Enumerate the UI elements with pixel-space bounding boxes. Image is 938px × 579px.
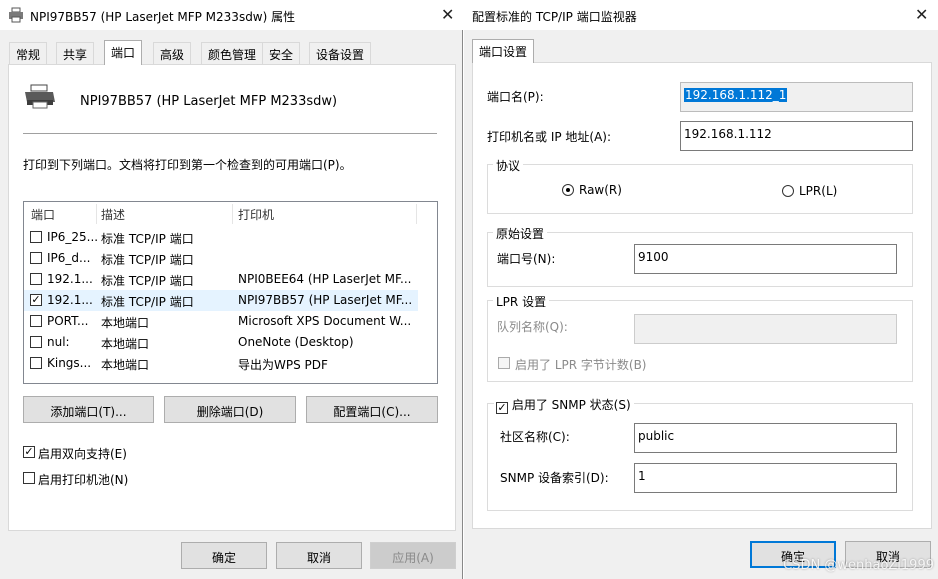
snmp-index-field[interactable]: 1 — [634, 463, 897, 493]
delete-port-button[interactable]: 删除端口(D) — [164, 396, 296, 423]
snmp-checkbox-label[interactable]: 启用了 SNMP 状态(S) — [512, 398, 631, 412]
watermark: CSDN @wenhaoZi1999 — [783, 558, 934, 573]
printer-cell: NPI97BB57 (HP LaserJet MF... — [238, 293, 413, 307]
port-list[interactable]: 端口 描述 打印机 IP6_25... 标准 TCP/IP 端口 IP6_d..… — [23, 201, 438, 384]
apply-button[interactable]: 应用(A) — [370, 542, 456, 569]
lpr-byte-count-checkbox[interactable] — [498, 357, 510, 369]
protocol-group — [487, 164, 913, 214]
row-checkbox-checked[interactable]: ✓ — [30, 294, 42, 306]
port-cell: Kings... — [47, 356, 92, 370]
description-cell: 标准 TCP/IP 端口 — [101, 295, 194, 309]
tab-advanced[interactable]: 高级 — [153, 42, 192, 64]
raw-radio[interactable] — [562, 184, 574, 196]
printer-cell: OneNote (Desktop) — [238, 335, 354, 349]
lpr-byte-count-label[interactable]: 启用了 LPR 字节计数(B) — [515, 356, 647, 373]
row-checkbox[interactable] — [30, 231, 42, 243]
snmp-checkbox[interactable]: ✓ — [496, 402, 508, 414]
column-separator[interactable] — [96, 204, 97, 224]
queue-name-label: 队列名称(Q): — [497, 320, 568, 334]
bidi-support-checkbox[interactable]: ✓ — [23, 446, 35, 458]
column-header-description[interactable]: 描述 — [101, 206, 125, 223]
description-cell: 本地端口 — [101, 316, 150, 330]
tab-general[interactable]: 常规 — [9, 42, 48, 64]
port-instruction: 打印到下列端口。文档将打印到第一个检查到的可用端口(P)。 — [23, 158, 352, 172]
description-cell: 标准 TCP/IP 端口 — [101, 274, 194, 288]
host-label: 打印机名或 IP 地址(A): — [487, 130, 612, 144]
column-header-port[interactable]: 端口 — [31, 206, 55, 223]
title-bar-right: 配置标准的 TCP/IP 端口监视器 ✕ — [464, 0, 938, 30]
row-checkbox[interactable] — [30, 315, 42, 327]
tab-color-management[interactable]: 颜色管理 — [201, 42, 264, 64]
port-cell: nul: — [47, 335, 70, 349]
tab-port-settings[interactable]: 端口设置 — [472, 39, 535, 63]
raw-settings-title: 原始设置 — [493, 225, 548, 242]
tab-ports[interactable]: 端口 — [104, 40, 143, 65]
lpr-radio[interactable] — [782, 185, 794, 197]
row-checkbox[interactable] — [30, 336, 42, 348]
printer-cell: 导出为WPS PDF — [238, 358, 328, 372]
add-port-button[interactable]: 添加端口(T)... — [23, 396, 154, 423]
table-row[interactable]: PORT... 本地端口 Microsoft XPS Document W... — [24, 311, 418, 332]
host-address-field[interactable]: 192.168.1.112 — [680, 121, 913, 151]
column-header-printer[interactable]: 打印机 — [238, 206, 274, 223]
dialog-title: 配置标准的 TCP/IP 端口监视器 — [472, 10, 637, 24]
port-cell: IP6_25... — [47, 230, 99, 244]
community-label: 社区名称(C): — [500, 430, 570, 444]
row-checkbox[interactable] — [30, 252, 42, 264]
queue-name-field[interactable] — [634, 314, 897, 344]
tab-device-settings[interactable]: 设备设置 — [309, 42, 372, 64]
divider — [23, 133, 437, 134]
configure-port-button[interactable]: 配置端口(C)... — [306, 396, 438, 423]
description-cell: 本地端口 — [101, 337, 150, 351]
column-separator[interactable] — [416, 204, 417, 224]
table-row[interactable]: IP6_25... 标准 TCP/IP 端口 — [24, 227, 418, 248]
community-field[interactable]: public — [634, 423, 897, 453]
printer-cell: NPI0BEE64 (HP LaserJet MF... — [238, 272, 412, 286]
snmp-group — [487, 403, 913, 511]
port-cell: 192.1... — [47, 293, 93, 307]
close-icon[interactable]: ✕ — [915, 5, 928, 24]
row-checkbox[interactable] — [30, 273, 42, 285]
port-number-field[interactable]: 9100 — [634, 244, 897, 274]
ok-button[interactable]: 确定 — [181, 542, 267, 569]
tab-sharing[interactable]: 共享 — [56, 42, 95, 64]
window-title: NPI97BB57 (HP LaserJet MFP M233sdw) 属性 — [30, 10, 296, 24]
raw-radio-label[interactable]: Raw(R) — [579, 183, 622, 197]
printer-icon — [8, 7, 24, 26]
table-row-selected[interactable]: ✓ 192.1... 标准 TCP/IP 端口 NPI97BB57 (HP La… — [24, 290, 418, 311]
lpr-settings-title: LPR 设置 — [493, 293, 550, 310]
printer-name: NPI97BB57 (HP LaserJet MFP M233sdw) — [80, 94, 338, 109]
port-cell: PORT... — [47, 314, 89, 328]
snmp-group-header: ✓ 启用了 SNMP 状态(S) — [494, 396, 634, 414]
printer-cell: Microsoft XPS Document W... — [238, 314, 412, 328]
port-name-label: 端口名(P): — [487, 90, 544, 104]
printer-pool-checkbox[interactable] — [23, 472, 35, 484]
port-number-label: 端口号(N): — [497, 252, 556, 266]
port-cell: 192.1... — [47, 272, 93, 286]
title-bar-left: NPI97BB57 (HP LaserJet MFP M233sdw) 属性 ✕ — [0, 0, 463, 30]
lpr-radio-label[interactable]: LPR(L) — [799, 184, 837, 198]
bidi-support-label[interactable]: 启用双向支持(E) — [38, 445, 127, 462]
description-cell: 标准 TCP/IP 端口 — [101, 232, 194, 246]
printer-large-icon — [23, 84, 57, 113]
snmp-index-label: SNMP 设备索引(D): — [500, 471, 609, 485]
description-cell: 本地端口 — [101, 358, 150, 372]
column-separator[interactable] — [232, 204, 233, 224]
tab-security[interactable]: 安全 — [262, 42, 301, 64]
row-checkbox[interactable] — [30, 357, 42, 369]
table-row[interactable]: Kings... 本地端口 导出为WPS PDF — [24, 353, 418, 374]
port-name-value: 192.168.1.112_1 — [684, 88, 788, 102]
table-row[interactable]: nul: 本地端口 OneNote (Desktop) — [24, 332, 418, 353]
protocol-group-title: 协议 — [493, 157, 524, 174]
port-cell: IP6_d... — [47, 251, 91, 265]
close-icon[interactable]: ✕ — [441, 5, 454, 24]
printer-pool-label[interactable]: 启用打印机池(N) — [38, 471, 128, 488]
cancel-button[interactable]: 取消 — [276, 542, 362, 569]
table-row[interactable]: 192.1... 标准 TCP/IP 端口 NPI0BEE64 (HP Lase… — [24, 269, 418, 290]
port-name-field[interactable]: 192.168.1.112_1 — [680, 82, 913, 112]
table-row[interactable]: IP6_d... 标准 TCP/IP 端口 — [24, 248, 418, 269]
description-cell: 标准 TCP/IP 端口 — [101, 253, 194, 267]
